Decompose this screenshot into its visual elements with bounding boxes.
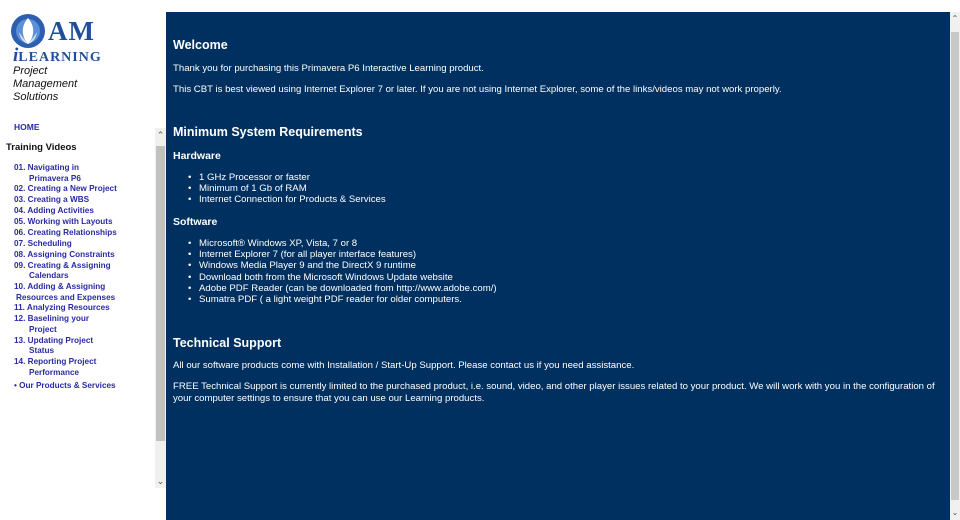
training-video-link-02[interactable]: 02. Creating a New Project (14, 184, 162, 195)
logo-learning-text: iLEARNING (13, 46, 102, 66)
link-label-continued: Status (29, 346, 55, 356)
link-label: 07. Scheduling (14, 238, 72, 248)
training-video-link-09[interactable]: 09. Creating & Assigning Calendars (14, 261, 162, 282)
support-paragraph: All our software products come with Inst… (173, 360, 635, 371)
software-item: Sumatra PDF ( a light weight PDF reader … (188, 294, 497, 305)
link-label: 12. Baselining your (14, 314, 90, 324)
link-label-continued: Primavera P6 (29, 173, 81, 183)
link-label-continued: Resources and Expenses (16, 292, 116, 302)
sidebar-scrollbar[interactable]: ⌃ ⌄ (155, 128, 166, 488)
link-label: 03. Creating a WBS (14, 195, 90, 205)
training-video-link-12[interactable]: 12. Baselining your Project (14, 314, 162, 335)
software-item: Microsoft® Windows XP, Vista, 7 or 8 (188, 238, 497, 249)
training-videos-list: 01. Navigating in Primavera P6 02. Creati… (14, 163, 162, 378)
sidebar-scrollbar-thumb[interactable] (156, 146, 165, 441)
left-navigation-frame: AM iLEARNING Project Management Solution… (0, 0, 166, 520)
training-video-link-06[interactable]: 06. Creating Relationships (14, 228, 162, 239)
link-label-continued: Performance (29, 367, 80, 377)
link-label: 02. Creating a New Project (14, 184, 117, 194)
training-video-link-05[interactable]: 05. Working with Layouts (14, 217, 162, 228)
chevron-up-icon[interactable]: ⌃ (155, 128, 166, 142)
welcome-heading: Welcome (173, 38, 228, 52)
training-video-link-04[interactable]: 04. Adding Activities (14, 206, 162, 217)
main-scrollbar-thumb[interactable] (951, 32, 959, 500)
link-label: 08. Assigning Constraints (14, 249, 115, 259)
training-video-link-01[interactable]: 01. Navigating in Primavera P6 (14, 163, 162, 184)
link-label: 09. Creating & Assigning (14, 260, 111, 270)
hardware-item: Minimum of 1 Gb of RAM (188, 183, 386, 194)
hardware-item: 1 GHz Processor or faster (188, 172, 386, 183)
software-item: Download both from the Microsoft Windows… (188, 272, 497, 283)
link-label-continued: Project (29, 324, 57, 334)
training-video-link-07[interactable]: 07. Scheduling (14, 239, 162, 250)
software-heading: Software (173, 216, 218, 228)
hardware-heading: Hardware (173, 150, 221, 162)
hardware-item: Internet Connection for Products & Servi… (188, 194, 386, 205)
logo-tagline: Project Management Solutions (13, 65, 77, 104)
training-videos-heading: Training Videos (6, 142, 77, 153)
logo-am-text: AM (48, 16, 95, 46)
software-item: Internet Explorer 7 (for all player inte… (188, 249, 497, 260)
training-video-link-08[interactable]: 08. Assigning Constraints (14, 250, 162, 261)
logo-tagline-line: Project (13, 65, 48, 77)
products-services-link[interactable]: • Our Products & Services (14, 381, 116, 390)
browser-note-paragraph: This CBT is best viewed using Internet E… (173, 84, 782, 95)
link-label-continued: Calendars (29, 271, 69, 281)
logo-learning-word: LEARNING (18, 50, 102, 65)
software-item: Adobe PDF Reader (can be downloaded from… (188, 283, 497, 294)
link-label: 04. Adding Activities (14, 206, 94, 216)
home-link[interactable]: HOME (14, 122, 40, 132)
training-video-link-10[interactable]: 10. Adding & Assigning Resources and Expe… (14, 282, 162, 303)
hardware-list: 1 GHz Processor or faster Minimum of 1 G… (188, 172, 386, 206)
am-learning-logo[interactable]: AM iLEARNING Project Management Solution… (10, 10, 106, 104)
chevron-down-icon[interactable]: ⌄ (155, 474, 166, 488)
link-label: 05. Working with Layouts (14, 217, 113, 227)
main-scrollbar[interactable]: ⌃ ⌄ (950, 12, 960, 520)
main-content-frame: Welcome Thank you for purchasing this Pr… (166, 12, 950, 520)
logo-tagline-line: Management (13, 78, 78, 90)
chevron-down-icon[interactable]: ⌄ (950, 506, 960, 520)
welcome-paragraph: Thank you for purchasing this Primavera … (173, 63, 484, 74)
link-label: 14. Reporting Project (14, 357, 97, 367)
link-label: 10. Adding & Assigning (14, 282, 106, 292)
software-item: Windows Media Player 9 and the DirectX 9… (188, 260, 497, 271)
training-video-link-03[interactable]: 03. Creating a WBS (14, 195, 162, 206)
training-video-link-11[interactable]: 11. Analyzing Resources (14, 303, 162, 314)
link-label: 01. Navigating in (14, 163, 80, 172)
software-list: Microsoft® Windows XP, Vista, 7 or 8 Int… (188, 238, 497, 305)
chevron-up-icon[interactable]: ⌃ (950, 12, 960, 26)
link-label: 13. Updating Project (14, 335, 94, 345)
link-label: 11. Analyzing Resources (14, 303, 110, 313)
training-video-link-14[interactable]: 14. Reporting Project Performance (14, 357, 162, 378)
requirements-heading: Minimum System Requirements (173, 125, 363, 139)
free-support-paragraph: FREE Technical Support is currently limi… (173, 381, 935, 404)
technical-support-heading: Technical Support (173, 336, 282, 350)
training-video-link-13[interactable]: 13. Updating Project Status (14, 336, 162, 357)
link-label: 06. Creating Relationships (14, 227, 117, 237)
logo-tagline-line: Solutions (13, 91, 59, 103)
